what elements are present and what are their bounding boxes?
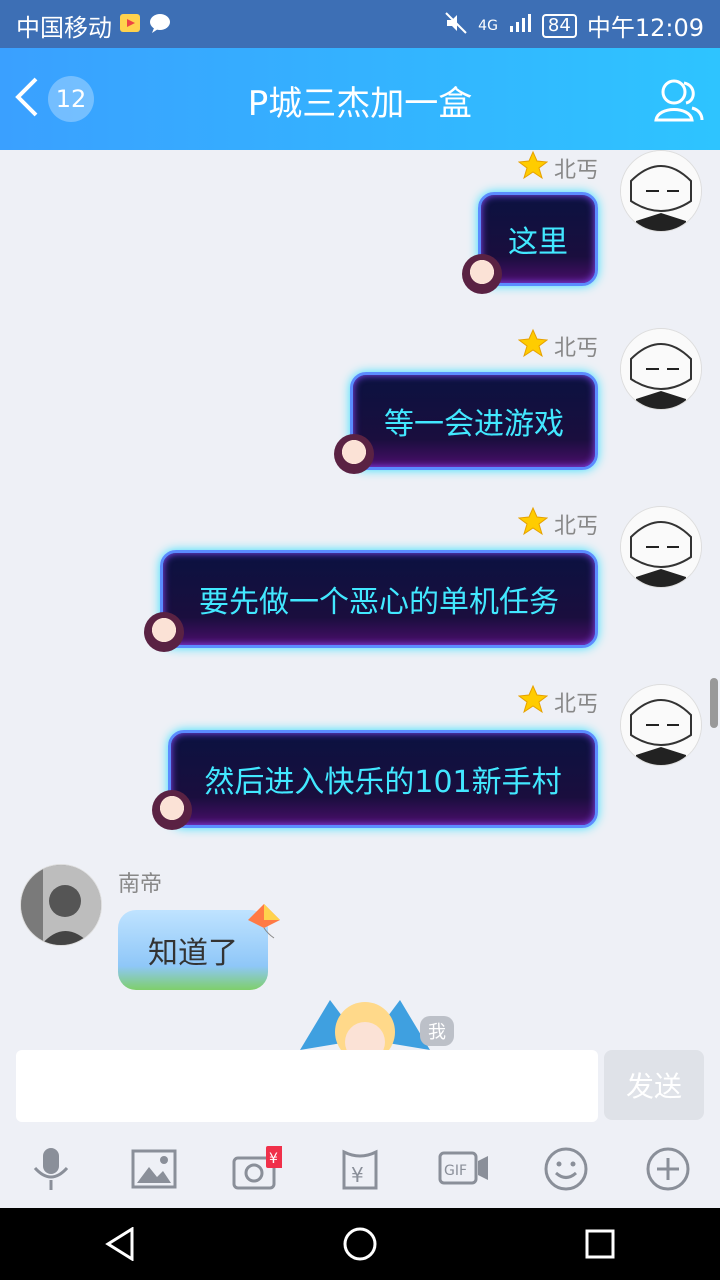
message-input[interactable] (16, 1050, 598, 1122)
sender-name: 北丐 (517, 684, 598, 720)
avatar[interactable] (620, 328, 702, 410)
star-icon (517, 506, 549, 542)
nav-recents-button[interactable] (576, 1220, 624, 1268)
sticker-icon (144, 612, 184, 652)
input-bar: 发送 (0, 1050, 720, 1130)
chat-header: 12 P城三杰加一盒 (0, 48, 720, 150)
nav-back-button[interactable] (96, 1220, 144, 1268)
svg-text:¥: ¥ (351, 1163, 364, 1187)
svg-text:GIF: GIF (444, 1163, 467, 1179)
send-button[interactable]: 发送 (604, 1050, 704, 1120)
network-label: 4G (478, 17, 498, 34)
carrier-label: 中国移动 (16, 14, 112, 42)
signal-icon (508, 12, 532, 40)
sender-name: 南帝 (118, 872, 163, 897)
my-avatar-sticker (300, 980, 430, 1050)
svg-text:¥: ¥ (269, 1151, 278, 1167)
battery-indicator: 84 (541, 13, 577, 38)
sticker-icon (334, 434, 374, 474)
scrollbar[interactable] (710, 678, 718, 728)
sender-name: 北丐 (517, 150, 598, 186)
sticker-icon (152, 790, 192, 830)
status-right: 4G 84 中午12:09 (444, 8, 704, 43)
me-tag: 我 (420, 1016, 454, 1046)
avatar[interactable] (620, 506, 702, 588)
avatar[interactable] (20, 864, 102, 946)
avatar[interactable] (620, 150, 702, 232)
sticker-icon (462, 254, 502, 294)
chat-bubble-icon (148, 11, 172, 41)
gif-icon[interactable]: GIF (438, 1144, 488, 1194)
red-packet-camera-icon[interactable]: ¥ (232, 1144, 283, 1194)
message-bubble[interactable]: 等一会进游戏 (350, 372, 598, 470)
plus-icon[interactable] (643, 1144, 693, 1194)
group-members-button[interactable] (652, 74, 704, 126)
kite-icon (244, 902, 284, 946)
star-icon (517, 150, 549, 186)
input-toolbar: ¥ ¥ GIF (0, 1130, 720, 1208)
message-bubble[interactable]: 然后进入快乐的101新手村 (168, 730, 598, 828)
nav-home-button[interactable] (336, 1220, 384, 1268)
avatar[interactable] (620, 684, 702, 766)
system-navbar (0, 1208, 720, 1280)
star-icon (517, 328, 549, 364)
video-app-icon (118, 11, 142, 41)
mic-icon[interactable] (26, 1144, 76, 1194)
mute-icon (444, 11, 468, 41)
status-left: 中国移动 (16, 8, 172, 43)
people-icon (652, 79, 704, 130)
message-list[interactable]: 北丐 这里 北丐 等一会进游戏 北丐 要先做一个恶心的单机任务 北丐 然后进入快… (0, 150, 720, 1050)
image-icon[interactable] (129, 1144, 179, 1194)
chat-title: P城三杰加一盒 (247, 84, 473, 124)
message-bubble[interactable]: 要先做一个恶心的单机任务 (160, 550, 598, 648)
sender-name: 北丐 (517, 328, 598, 364)
star-icon (517, 684, 549, 720)
emoji-icon[interactable] (541, 1144, 591, 1194)
clock: 中午12:09 (586, 14, 704, 42)
status-bar: 中国移动 4G 84 中午12:09 (0, 0, 720, 48)
sender-name: 北丐 (517, 506, 598, 542)
money-icon[interactable]: ¥ (335, 1144, 385, 1194)
